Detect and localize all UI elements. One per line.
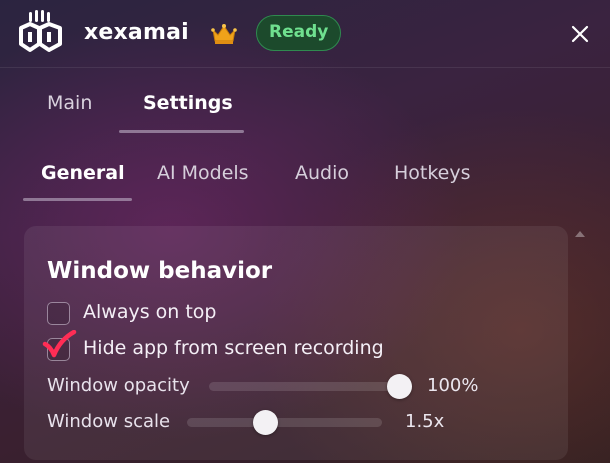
close-icon xyxy=(571,25,589,43)
tab-main[interactable]: Main xyxy=(47,92,92,114)
crown-icon xyxy=(211,24,237,44)
window-opacity-slider[interactable] xyxy=(209,374,412,399)
window-scale-thumb[interactable] xyxy=(253,410,278,435)
window-scale-label: Window scale xyxy=(47,411,171,432)
top-tab-bar: Main Settings xyxy=(0,70,610,134)
window-scale-slider[interactable] xyxy=(187,410,382,435)
app-logo xyxy=(19,10,62,52)
window-scale-value: 1.5x xyxy=(405,411,445,432)
subtab-hotkeys[interactable]: Hotkeys xyxy=(394,162,471,184)
window-opacity-value: 100% xyxy=(427,375,479,396)
settings-sub-tab-bar: General AI Models Audio Hotkeys xyxy=(0,140,610,204)
window-opacity-thumb[interactable] xyxy=(387,374,412,399)
subtab-active-indicator xyxy=(23,198,132,201)
checkmark-icon xyxy=(42,330,77,358)
header-bar: xexamai Ready xyxy=(0,0,610,68)
app-name: xexamai xyxy=(84,20,189,45)
hide-from-recording-label: Hide app from screen recording xyxy=(83,337,384,359)
scroll-up-arrow[interactable] xyxy=(574,228,586,240)
status-badge: Ready xyxy=(256,15,342,51)
subtab-general[interactable]: General xyxy=(41,162,125,184)
subtab-ai-models[interactable]: AI Models xyxy=(157,162,249,184)
window-opacity-label: Window opacity xyxy=(47,375,190,396)
tab-active-indicator xyxy=(119,130,244,133)
always-on-top-label: Always on top xyxy=(83,301,217,323)
close-button[interactable] xyxy=(564,18,596,50)
section-title: Window behavior xyxy=(47,258,273,284)
always-on-top-checkbox[interactable] xyxy=(47,302,70,325)
subtab-audio[interactable]: Audio xyxy=(295,162,349,184)
tab-settings[interactable]: Settings xyxy=(143,92,233,114)
